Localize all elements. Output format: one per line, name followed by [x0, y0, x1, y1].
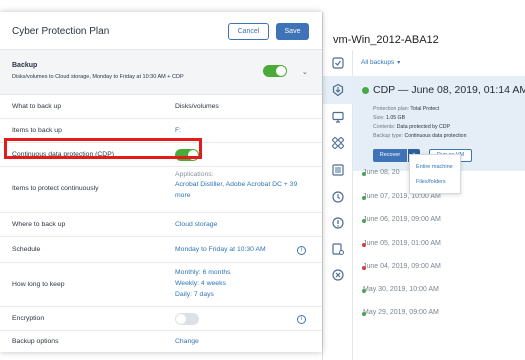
- encryption-toggle[interactable]: [175, 313, 199, 325]
- row-value[interactable]: Acrobat Distiller, Adobe Acrobat DC + 39: [175, 181, 297, 188]
- cdp-backup-heading: CDP — June 08, 2019, 01:14 AM: [373, 84, 525, 96]
- backups-filter-label: All backups: [361, 59, 395, 66]
- vm-title: vm-Win_2012-ABA12: [333, 34, 439, 46]
- row-what-to-back-up[interactable]: What to back up Disks/volumes: [0, 95, 322, 119]
- backups-filter-dropdown[interactable]: All backups ▾: [361, 59, 400, 66]
- save-button[interactable]: Save: [276, 23, 309, 40]
- backup-list-item[interactable]: June 07, 2019, 10:00 AM: [363, 193, 441, 200]
- vm-side-rail: [323, 50, 353, 360]
- backup-list-item[interactable]: June 04, 2019, 09:00 AM: [363, 263, 441, 270]
- backup-list-item[interactable]: May 29, 2019, 09:00 AM: [363, 309, 439, 316]
- recover-dropdown-menu: Entire machine Files/folders: [409, 154, 461, 194]
- alert-icon[interactable]: [331, 216, 345, 230]
- retention-weekly[interactable]: Weekly: 4 weeks: [175, 280, 226, 287]
- row-schedule[interactable]: Schedule Monday to Friday at 10:30 AM i: [0, 237, 322, 263]
- plan-title: Cyber Protection Plan: [12, 26, 110, 37]
- row-label: What to back up: [12, 103, 62, 110]
- menu-item-files-folders[interactable]: Files/folders: [416, 179, 446, 185]
- close-circle-icon[interactable]: [331, 268, 345, 282]
- row-label: How long to keep: [12, 281, 65, 288]
- cdp-highlight-box: [4, 138, 202, 159]
- row-encryption[interactable]: Encryption i: [0, 307, 322, 331]
- backup-section-summary: Disks/volumes to Cloud storage, Monday t…: [12, 74, 184, 80]
- clock-icon[interactable]: [331, 190, 345, 204]
- backup-toggle[interactable]: [263, 65, 287, 77]
- row-value[interactable]: Cloud storage: [175, 221, 217, 228]
- detail-backup-type: Backup type: Continuous data protection: [373, 133, 467, 139]
- row-label: Backup options: [12, 338, 59, 345]
- row-label: Schedule: [12, 246, 41, 253]
- puzzle-icon[interactable]: [331, 136, 345, 150]
- list-icon[interactable]: [331, 163, 345, 177]
- chevron-down-icon[interactable]: ⌄: [302, 68, 308, 76]
- backup-section-label: Backup: [12, 62, 38, 69]
- retention-monthly[interactable]: Monthly: 6 months: [175, 269, 231, 276]
- row-label: Items to back up: [12, 127, 62, 134]
- row-where-to-back-up[interactable]: Where to back up Cloud storage: [0, 213, 322, 237]
- detail-contents: Contents: Data protected by CDP: [373, 124, 451, 130]
- plan-header: Cyber Protection Plan Cancel Save: [0, 12, 322, 50]
- row-value[interactable]: Change: [175, 338, 199, 345]
- backup-icon[interactable]: [331, 83, 345, 97]
- monitor-icon[interactable]: [331, 110, 345, 124]
- row-label: Items to protect continuously: [12, 185, 99, 192]
- info-icon[interactable]: i: [297, 246, 306, 255]
- row-value: Disks/volumes: [175, 103, 219, 110]
- backup-section[interactable]: Backup Disks/volumes to Cloud storage, M…: [0, 50, 322, 95]
- backup-list-item[interactable]: June 06, 2019, 09:00 AM: [363, 216, 441, 223]
- row-label: Where to back up: [12, 221, 66, 228]
- status-ok-dot: [362, 87, 369, 94]
- detail-protection-plan: Protection plan: Total Protect: [373, 106, 440, 112]
- menu-item-entire-machine[interactable]: Entire machine: [416, 164, 453, 170]
- row-subheading: Applications:: [175, 171, 214, 178]
- row-backup-options[interactable]: Backup options Change: [0, 331, 322, 352]
- backup-list-item[interactable]: June 05, 2019, 01:00 AM: [363, 240, 441, 247]
- info-icon[interactable]: i: [297, 315, 306, 324]
- device-settings-icon[interactable]: [331, 242, 345, 256]
- recover-button[interactable]: Recover: [373, 149, 407, 162]
- backup-list-item[interactable]: May 30, 2019, 10:00 AM: [363, 286, 439, 293]
- row-items-continuous[interactable]: Items to protect continuously Applicatio…: [0, 167, 322, 213]
- backup-list-item[interactable]: June 08, 20: [363, 169, 400, 176]
- row-value[interactable]: Monday to Friday at 10:30 AM: [175, 246, 266, 253]
- row-how-long-to-keep[interactable]: How long to keep Monthly: 6 months Weekl…: [0, 263, 322, 307]
- cancel-button[interactable]: Cancel: [228, 23, 269, 40]
- detail-size: Size: 1.05 GB: [373, 115, 406, 121]
- protection-plan-panel: Cyber Protection Plan Cancel Save Backup…: [0, 12, 322, 352]
- row-value-more[interactable]: more: [175, 192, 191, 199]
- chevron-down-icon: ▾: [397, 60, 401, 66]
- shield-check-icon[interactable]: [331, 56, 345, 70]
- row-label: Encryption: [12, 315, 45, 322]
- retention-daily[interactable]: Daily: 7 days: [175, 291, 214, 298]
- row-value[interactable]: F:: [175, 127, 181, 134]
